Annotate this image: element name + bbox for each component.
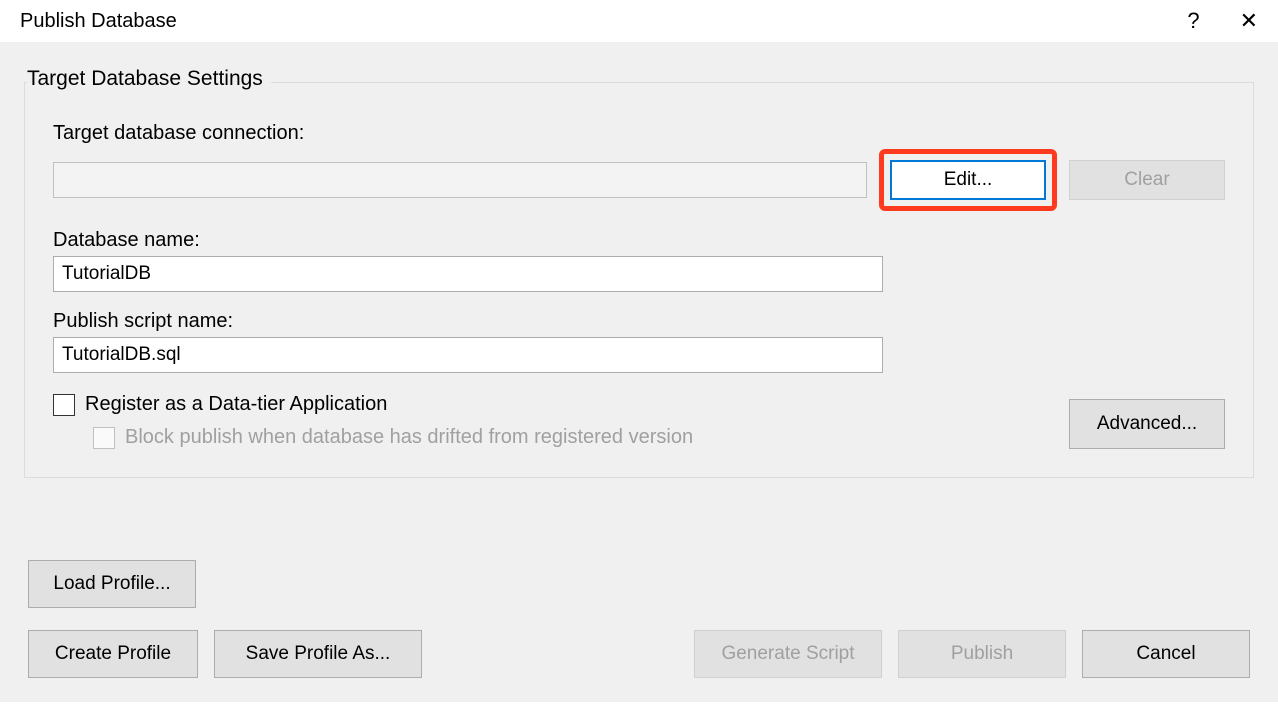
connection-row: Target database connection: Edit... Clea… xyxy=(53,122,1225,211)
target-db-settings-group: Target Database Settings Target database… xyxy=(24,82,1254,478)
window-title: Publish Database xyxy=(20,10,177,33)
create-profile-button[interactable]: Create Profile xyxy=(28,630,198,678)
titlebar-controls: ? ✕ xyxy=(1187,8,1258,34)
dbname-input[interactable] xyxy=(53,256,883,292)
connection-label: Target database connection: xyxy=(53,122,1225,145)
publish-button: Publish xyxy=(898,630,1066,678)
script-label: Publish script name: xyxy=(53,310,1225,333)
register-checkbox-row[interactable]: Register as a Data-tier Application xyxy=(53,393,1225,416)
clear-button: Clear xyxy=(1069,160,1225,200)
group-legend: Target Database Settings xyxy=(27,67,271,91)
advanced-button[interactable]: Advanced... xyxy=(1069,399,1225,449)
dbname-label: Database name: xyxy=(53,229,1225,252)
bottom-buttons: Load Profile... Create Profile Save Prof… xyxy=(28,560,1250,678)
block-label: Block publish when database has drifted … xyxy=(125,426,693,449)
block-checkbox xyxy=(93,427,115,449)
help-icon[interactable]: ? xyxy=(1187,8,1199,34)
dialog-content: Target Database Settings Target database… xyxy=(0,42,1278,702)
cancel-button[interactable]: Cancel xyxy=(1082,630,1250,678)
script-input[interactable] xyxy=(53,337,883,373)
edit-button[interactable]: Edit... xyxy=(890,160,1046,200)
edit-button-highlight: Edit... xyxy=(879,149,1057,211)
load-profile-button[interactable]: Load Profile... xyxy=(28,560,196,608)
register-checkbox[interactable] xyxy=(53,394,75,416)
connection-input[interactable] xyxy=(53,162,867,198)
generate-script-button: Generate Script xyxy=(694,630,882,678)
close-icon[interactable]: ✕ xyxy=(1240,8,1258,34)
titlebar: Publish Database ? ✕ xyxy=(0,0,1278,42)
block-checkbox-row: Block publish when database has drifted … xyxy=(93,426,1225,449)
dbname-row: Database name: xyxy=(53,229,1225,292)
register-label: Register as a Data-tier Application xyxy=(85,393,387,416)
save-profile-as-button[interactable]: Save Profile As... xyxy=(214,630,422,678)
script-row: Publish script name: xyxy=(53,310,1225,373)
